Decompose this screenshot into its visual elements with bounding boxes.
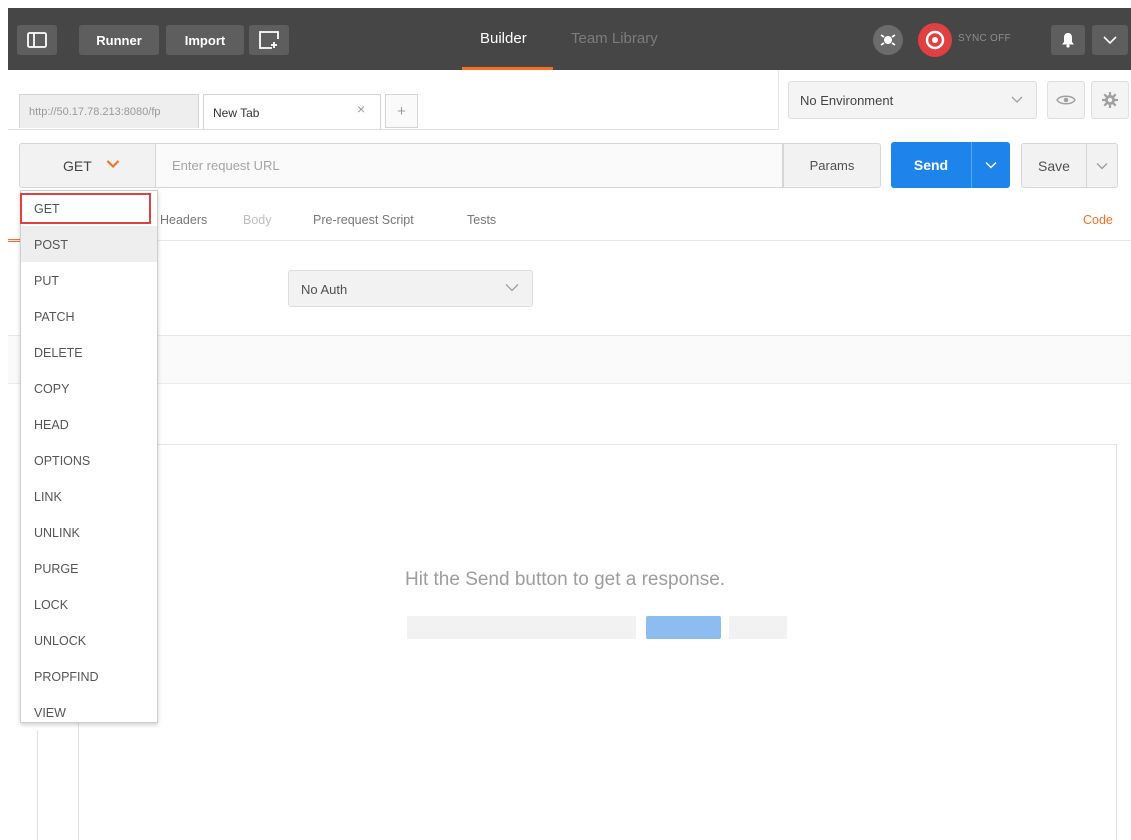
env-divider: [778, 70, 779, 130]
method-option-delete[interactable]: DELETE: [21, 334, 157, 370]
tab-pre-request-script[interactable]: Pre-request Script: [313, 213, 414, 227]
method-option-link[interactable]: LINK: [21, 478, 157, 514]
method-option-put[interactable]: PUT: [21, 262, 157, 298]
tab-body[interactable]: Body: [243, 213, 272, 227]
new-window-button[interactable]: [249, 25, 289, 55]
method-option-unlink[interactable]: UNLINK: [21, 514, 157, 550]
save-options-button[interactable]: [1086, 143, 1118, 188]
tabs-divider: [8, 129, 779, 130]
send-options-button[interactable]: [971, 142, 1010, 188]
eye-icon: [1056, 95, 1076, 105]
notifications-button[interactable]: [1051, 25, 1085, 55]
method-label: GET: [63, 157, 92, 174]
tab-headers[interactable]: Headers: [160, 213, 207, 227]
response-empty-message: Hit the Send button to get a response.: [405, 569, 726, 590]
response-header-bar: [8, 336, 1131, 384]
method-option-purge[interactable]: PURGE: [21, 550, 157, 586]
save-button[interactable]: Save: [1021, 143, 1087, 188]
code-link[interactable]: Code: [1083, 213, 1113, 227]
tab-team-library[interactable]: Team Library: [571, 30, 658, 47]
method-option-options[interactable]: OPTIONS: [21, 442, 157, 478]
sync-button[interactable]: [918, 23, 952, 57]
environment-select[interactable]: No Environment: [788, 81, 1037, 119]
chevron-down-icon: [985, 162, 997, 169]
app-header: Runner Import Builder Team Library SYNC …: [8, 8, 1131, 70]
account-menu-button[interactable]: [1092, 25, 1128, 55]
method-option-get[interactable]: GET: [21, 191, 157, 226]
send-button[interactable]: Send: [891, 142, 971, 188]
method-option-post[interactable]: POST: [21, 226, 157, 262]
auth-type-select[interactable]: No Auth: [288, 270, 533, 307]
manage-environments-button[interactable]: [1091, 81, 1129, 119]
method-option-view[interactable]: VIEW: [21, 694, 157, 730]
method-option-head[interactable]: HEAD: [21, 406, 157, 442]
request-url-input[interactable]: [156, 143, 783, 188]
new-tab-button[interactable]: +: [385, 94, 418, 128]
chevron-down-icon: [1103, 36, 1117, 45]
method-dropdown-menu: GET POST PUT PATCH DELETE COPY HEAD OPTI…: [20, 190, 158, 723]
request-tab[interactable]: http://50.17.78.213:8080/fp: [19, 94, 199, 128]
method-option-unlock[interactable]: UNLOCK: [21, 622, 157, 658]
import-button[interactable]: Import: [166, 25, 244, 55]
sync-icon: [925, 30, 945, 50]
request-tab-active[interactable]: New Tab: [203, 94, 381, 130]
method-chevron-icon: [106, 160, 120, 169]
chevron-down-icon: [1096, 162, 1108, 169]
placeholder-bar-accent: [646, 616, 721, 639]
gear-icon: [1102, 92, 1118, 108]
method-option-lock[interactable]: LOCK: [21, 586, 157, 622]
tab-builder[interactable]: Builder: [480, 30, 527, 47]
runner-button[interactable]: Runner: [79, 25, 159, 55]
left-guide-line: [37, 730, 38, 840]
method-option-patch[interactable]: PATCH: [21, 298, 157, 334]
method-option-propfind[interactable]: PROPFIND: [21, 658, 157, 694]
new-window-icon: [259, 31, 279, 49]
bell-icon: [1062, 33, 1074, 48]
interceptor-button[interactable]: [873, 25, 903, 55]
sidebar-toggle-button[interactable]: [17, 25, 57, 55]
close-tab-icon[interactable]: ×: [357, 101, 365, 117]
method-select[interactable]: GET: [19, 143, 156, 188]
tab-tests[interactable]: Tests: [467, 213, 496, 227]
method-option-copy[interactable]: COPY: [21, 370, 157, 406]
builder-active-indicator: [462, 67, 553, 70]
environment-chevron-icon: [1011, 96, 1023, 103]
auth-chevron-icon: [505, 284, 519, 292]
placeholder-bar: [407, 616, 636, 639]
environment-quick-look-button[interactable]: [1047, 81, 1085, 119]
subtabs-divider: [8, 240, 1131, 241]
sidebar-toggle-icon: [27, 32, 47, 48]
placeholder-bar: [729, 616, 787, 639]
params-button[interactable]: Params: [783, 143, 881, 188]
response-panel: [78, 444, 1117, 840]
interceptor-icon: [880, 34, 896, 46]
sync-status: SYNC OFF: [958, 33, 1011, 44]
